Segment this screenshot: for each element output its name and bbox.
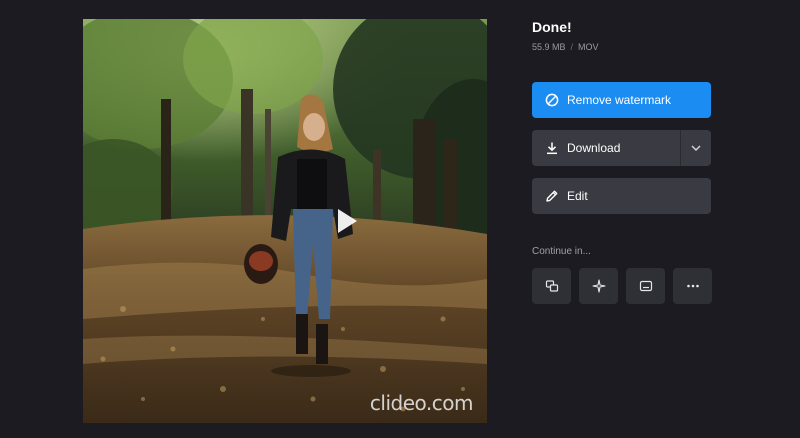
enhance-tool-button[interactable] <box>579 268 618 304</box>
file-meta: 55.9 MB / MOV <box>532 42 599 52</box>
merge-icon <box>545 280 558 292</box>
status-title: Done! <box>532 19 572 35</box>
meta-separator: / <box>570 42 574 52</box>
chevron-down-icon <box>691 145 701 151</box>
edit-label: Edit <box>567 189 588 203</box>
more-tools-button[interactable] <box>673 268 712 304</box>
play-icon <box>338 209 357 233</box>
merge-tool-button[interactable] <box>532 268 571 304</box>
download-label: Download <box>567 141 621 155</box>
watermark: clideo.com <box>369 391 474 415</box>
subtitles-tool-button[interactable] <box>626 268 665 304</box>
video-preview[interactable]: clideo.com <box>83 19 487 423</box>
download-button[interactable]: Download <box>532 130 711 166</box>
remove-watermark-button[interactable]: Remove watermark <box>532 82 711 118</box>
prohibited-icon <box>545 93 559 107</box>
download-options-toggle[interactable] <box>681 130 711 166</box>
subtitles-icon <box>639 280 652 292</box>
file-format: MOV <box>578 42 599 52</box>
play-button[interactable] <box>325 201 365 241</box>
remove-watermark-label: Remove watermark <box>567 93 672 107</box>
video-thumbnail <box>83 19 487 423</box>
pencil-icon <box>545 189 559 203</box>
sparkle-icon <box>591 279 606 293</box>
download-icon <box>545 141 559 155</box>
edit-button[interactable]: Edit <box>532 178 711 214</box>
continue-label: Continue in... <box>532 246 591 257</box>
file-size: 55.9 MB <box>532 42 566 52</box>
more-icon <box>686 284 699 288</box>
